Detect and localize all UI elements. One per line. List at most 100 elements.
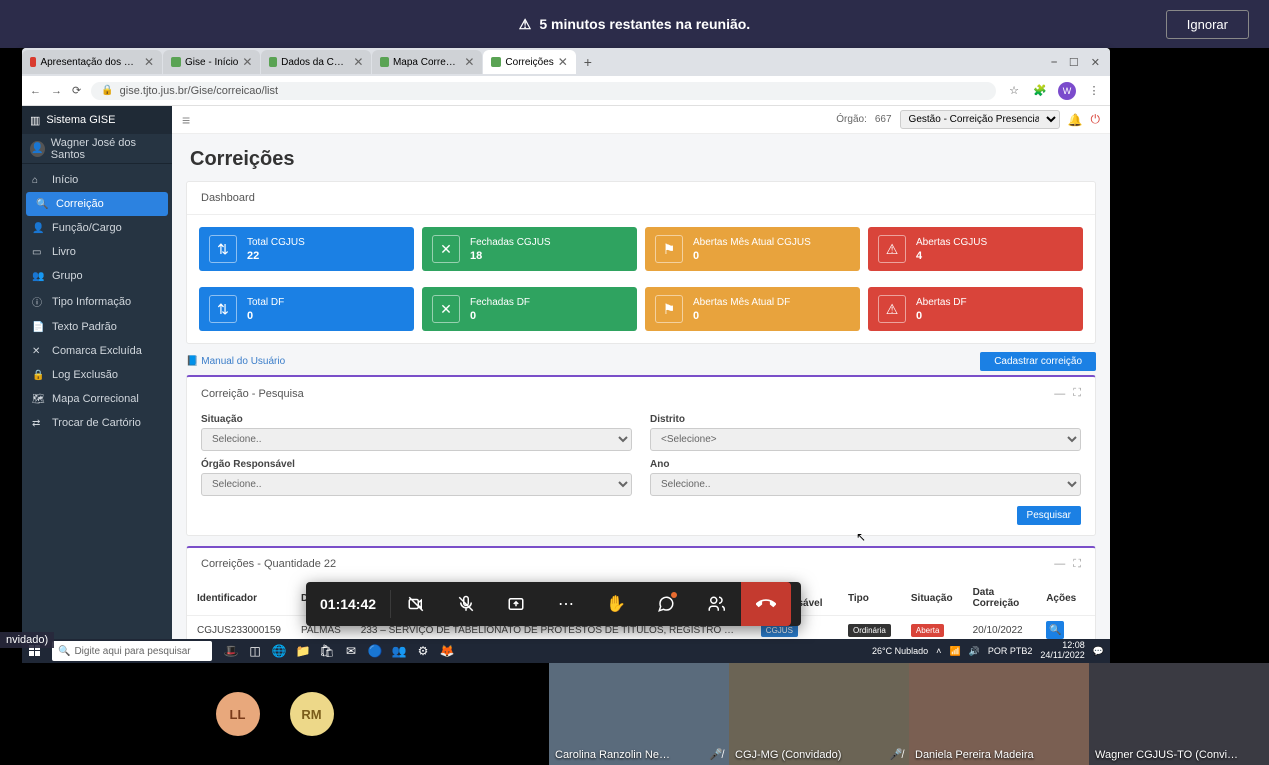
sidebar-item[interactable]: ▭Livro (22, 240, 172, 264)
sidebar-item[interactable]: ⌂Início (22, 168, 172, 192)
notification-text: 5 minutos restantes na reunião. (539, 16, 750, 32)
sidebar-item[interactable]: ✕Comarca Excluída (22, 339, 172, 363)
power-icon[interactable]: ⏻ (1091, 112, 1101, 127)
taskbar-taskview-icon[interactable]: ◫ (244, 640, 266, 662)
topbar: ≡ Órgão: 667 Gestão - Correição Presenci… (172, 106, 1110, 134)
stat-value: 0 (693, 310, 790, 322)
participant-tile[interactable]: Carolina Ranzolin Ne…🎤̸ (549, 663, 729, 765)
browser-tab[interactable]: Dados da Correição✕ (261, 50, 371, 74)
extension-icon[interactable]: 🧩 (1032, 83, 1048, 99)
ano-select[interactable]: Selecione.. (650, 473, 1081, 496)
taskbar-chrome-icon[interactable]: 🔵 (364, 640, 386, 662)
taskbar-search[interactable]: 🔍 Digite aqui para pesquisar (52, 641, 212, 661)
sidebar-item[interactable]: 👤Função/Cargo (22, 216, 172, 240)
taskbar-mail-icon[interactable]: ✉ (340, 640, 362, 662)
taskbar-cortana-icon[interactable]: 🎩 (220, 640, 242, 662)
taskbar-explorer-icon[interactable]: 📁 (292, 640, 314, 662)
hang-up-button[interactable] (741, 582, 791, 626)
window-maximize-icon[interactable]: ☐ (1069, 56, 1079, 69)
cadastrar-button[interactable]: Cadastrar correição (980, 352, 1096, 371)
chat-button[interactable] (641, 582, 691, 626)
participant-tile[interactable]: Daniela Pereira Madeira (909, 663, 1089, 765)
situacao-select[interactable]: Selecione.. (201, 428, 632, 451)
sidebar-item[interactable]: 👥Grupo (22, 264, 172, 288)
tab-close-icon[interactable]: ✕ (464, 55, 474, 69)
sidebar-item[interactable]: 📄Texto Padrão (22, 315, 172, 339)
stat-value: 0 (916, 310, 967, 322)
participant-avatar-ll[interactable]: LL (216, 692, 260, 736)
stat-card[interactable]: ⚑Abertas Mês Atual CGJUS0 (645, 227, 860, 271)
menu-icon[interactable]: ⋮ (1086, 83, 1102, 99)
raise-hand-button[interactable]: ✋ (591, 582, 641, 626)
stat-card[interactable]: ✕Fechadas CGJUS18 (422, 227, 637, 271)
participant-avatar-rm[interactable]: RM (290, 692, 334, 736)
gestao-select[interactable]: Gestão - Correição Presencial (900, 110, 1060, 129)
tab-close-icon[interactable]: ✕ (242, 55, 252, 69)
manual-link[interactable]: 📘 Manual do Usuário (186, 356, 285, 367)
stat-card[interactable]: ⚠Abertas DF0 (868, 287, 1083, 331)
orgao-select[interactable]: Selecione.. (201, 473, 632, 496)
collapse-icon[interactable]: — (1054, 388, 1065, 400)
browser-tab[interactable]: Mapa Correcional✕ (372, 50, 482, 74)
stat-card[interactable]: ⚑Abertas Mês Atual DF0 (645, 287, 860, 331)
sidebar-item[interactable]: 🔒Log Exclusão (22, 363, 172, 387)
expand-icon[interactable]: ⛶ (1073, 387, 1081, 400)
participants-button[interactable] (691, 582, 741, 626)
window-close-icon[interactable]: ✕ (1091, 56, 1100, 69)
pesquisar-button[interactable]: Pesquisar (1017, 506, 1081, 525)
tray-clock[interactable]: 12:08 (1062, 640, 1085, 650)
back-button[interactable]: ← (30, 85, 41, 97)
stat-card[interactable]: ✕Fechadas DF0 (422, 287, 637, 331)
browser-tab[interactable]: Gise - Início✕ (163, 50, 260, 74)
browser-tab[interactable]: Correições✕ (483, 50, 575, 74)
taskbar-store-icon[interactable]: 🛍 (316, 640, 338, 662)
camera-toggle-button[interactable] (391, 582, 441, 626)
taskbar-settings-icon[interactable]: ⚙ (412, 640, 434, 662)
browser-tab[interactable]: Apresentação dos Sistemas de I…✕ (22, 50, 162, 74)
tab-close-icon[interactable]: ✕ (144, 55, 154, 69)
tray-language[interactable]: POR PTB2 (988, 646, 1033, 656)
expand-icon[interactable]: ⛶ (1073, 558, 1081, 571)
taskbar-firefox-icon[interactable]: 🦊 (436, 640, 458, 662)
tray-date[interactable]: 24/11/2022 (1040, 650, 1084, 660)
window-minimize-icon[interactable]: ⎯ (1051, 56, 1057, 69)
menu-icon: ⇄ (32, 418, 44, 429)
collapse-icon[interactable]: — (1054, 558, 1065, 571)
more-actions-button[interactable]: ⋯ (541, 582, 591, 626)
hamburger-icon[interactable]: ≡ (182, 112, 190, 128)
stat-card[interactable]: ⚠Abertas CGJUS4 (868, 227, 1083, 271)
profile-avatar[interactable]: W (1058, 82, 1076, 100)
tab-close-icon[interactable]: ✕ (353, 55, 363, 69)
mic-toggle-button[interactable] (441, 582, 491, 626)
sidebar-item[interactable]: 🗺Mapa Correcional (22, 387, 172, 411)
reload-button[interactable]: ⟳ (72, 84, 81, 97)
stat-card[interactable]: ⇅Total CGJUS22 (199, 227, 414, 271)
tab-favicon (269, 57, 277, 67)
url-input[interactable]: 🔒 gise.tjto.jus.br/Gise/correicao/list (91, 82, 996, 100)
sidebar-user[interactable]: 👤 Wagner José dos Santos (22, 134, 172, 164)
sidebar-item[interactable]: ⓘTipo Informação (22, 288, 172, 315)
tray-wifi-icon[interactable]: 📶 (949, 646, 960, 657)
stat-card[interactable]: ⇅Total DF0 (199, 287, 414, 331)
participant-tile[interactable]: Wagner CGJUS-TO (Convi… (1089, 663, 1269, 765)
taskbar-edge-icon[interactable]: 🌐 (268, 640, 290, 662)
tray-notifications-icon[interactable]: 💬 (1093, 646, 1104, 657)
weather-widget[interactable]: 26°C Nublado (872, 646, 928, 656)
menu-icon: 🔍 (36, 199, 48, 210)
notification-bell-icon[interactable]: 🔔 (1068, 113, 1083, 127)
sidebar-item[interactable]: ⇄Trocar de Cartório (22, 411, 172, 435)
participant-tile[interactable]: CGJ-MG (Convidado)🎤̸ (729, 663, 909, 765)
share-screen-button[interactable] (491, 582, 541, 626)
share-icon[interactable]: ☆ (1006, 83, 1022, 99)
forward-button[interactable]: → (51, 85, 62, 97)
stat-label: Abertas DF (916, 297, 967, 308)
distrito-select[interactable]: <Selecione> (650, 428, 1081, 451)
sidebar-item[interactable]: 🔍Correição (26, 192, 168, 216)
row-view-button[interactable]: 🔍 (1046, 621, 1064, 639)
tray-volume-icon[interactable]: 🔊 (969, 646, 980, 657)
taskbar-teams-icon[interactable]: 👥 (388, 640, 410, 662)
tray-chevron-icon[interactable]: ˄ (936, 646, 941, 656)
tab-close-icon[interactable]: ✕ (558, 55, 568, 69)
ignore-button[interactable]: Ignorar (1166, 10, 1249, 39)
new-tab-button[interactable]: + (577, 54, 599, 70)
